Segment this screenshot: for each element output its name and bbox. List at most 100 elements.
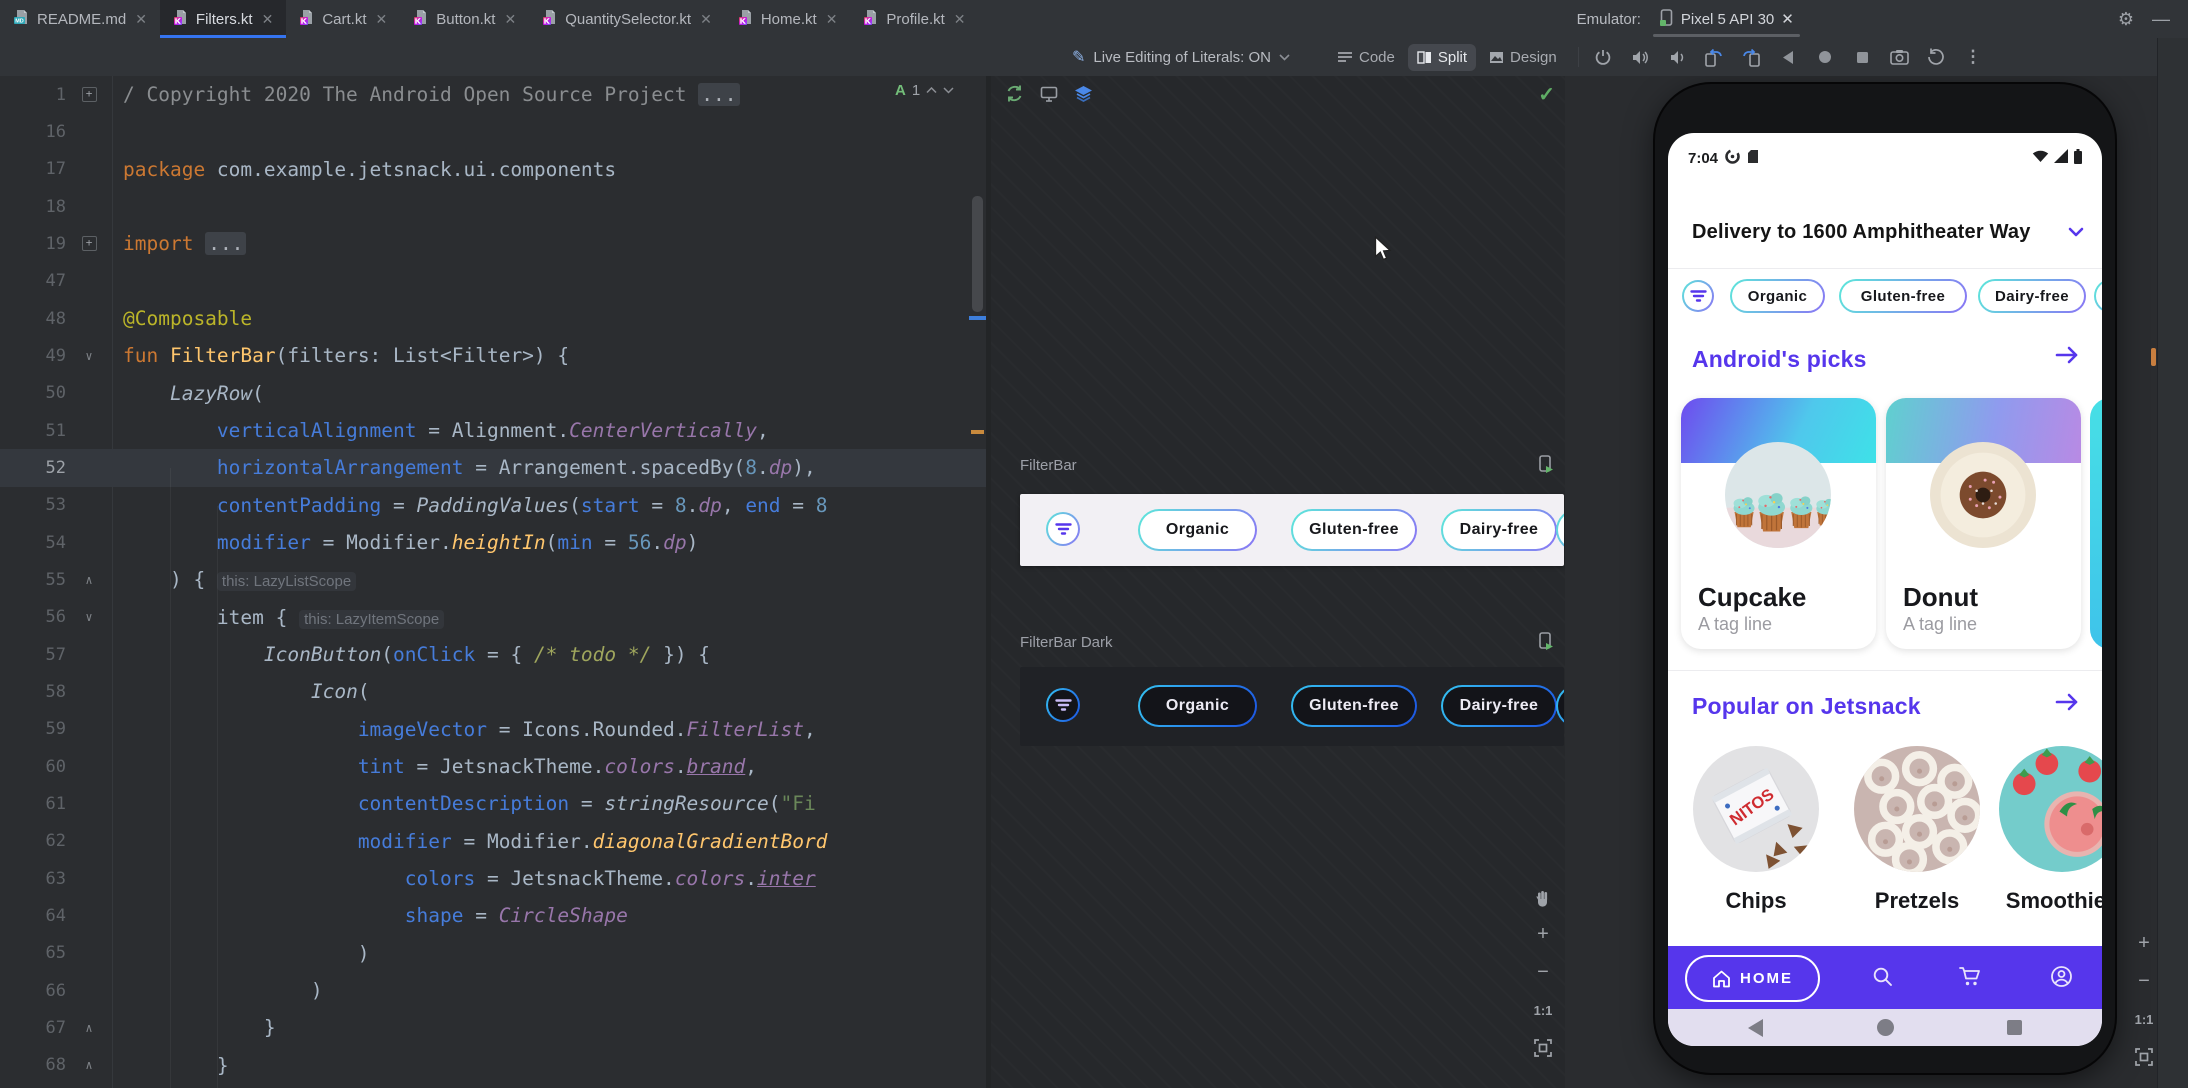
line-number[interactable]: 61 <box>0 794 66 814</box>
line-number[interactable]: 57 <box>0 645 66 665</box>
close-icon[interactable]: ✕ <box>135 11 147 28</box>
emulator-device-tab[interactable]: Pixel 5 API 30 ✕ <box>1651 0 1802 38</box>
line-number[interactable]: 50 <box>0 383 66 403</box>
line-number[interactable]: 51 <box>0 421 66 441</box>
tab-design-view[interactable]: Design <box>1480 44 1566 71</box>
fold-marker[interactable]: ∧ <box>66 1058 112 1072</box>
code-line-60[interactable]: 60 tint = JetsnackTheme.colors.brand, <box>0 748 986 785</box>
nav-profile-button[interactable] <box>2040 955 2083 998</box>
power-icon[interactable] <box>1592 46 1614 68</box>
zoom-in-button[interactable]: + <box>2132 931 2156 955</box>
inspections-widget[interactable]: A 1 <box>895 82 954 99</box>
filter-chip-organic[interactable]: Organic <box>1138 685 1257 727</box>
build-refresh-icon[interactable] <box>1005 84 1024 108</box>
line-number[interactable]: 62 <box>0 831 66 851</box>
pan-hand-icon[interactable] <box>1531 884 1555 908</box>
code-line-67[interactable]: 67 ∧ } <box>0 1009 986 1046</box>
code-line-16[interactable]: 16 <box>0 113 986 150</box>
filter-chip-organic[interactable]: Organic <box>1138 509 1257 551</box>
overview-square-icon[interactable] <box>2007 1020 2022 1035</box>
zoom-out-button[interactable]: − <box>2132 969 2156 993</box>
nav-home-button[interactable]: HOME <box>1685 955 1820 1002</box>
filter-chip-partial[interactable] <box>1556 509 1564 551</box>
back-icon[interactable] <box>1748 1018 1763 1037</box>
run-on-device-icon[interactable] <box>1538 632 1554 656</box>
code-line-18[interactable]: 18 <box>0 188 986 225</box>
file-tab-readme-md[interactable]: MD README.md ✕ <box>0 0 160 38</box>
file-tab-quantityselector-kt[interactable]: QuantitySelector.kt ✕ <box>529 0 725 38</box>
code-line-49[interactable]: 49 ∨ fun FilterBar(filters: List<Filter>) … <box>0 337 986 374</box>
line-number[interactable]: 56 <box>0 607 66 627</box>
nav-search-button[interactable] <box>1861 955 1904 998</box>
filter-chip-gluten-free[interactable]: Gluten-free <box>1291 509 1417 551</box>
line-number[interactable]: 64 <box>0 906 66 926</box>
line-number[interactable]: 58 <box>0 682 66 702</box>
arrow-right-icon[interactable] <box>2054 346 2080 369</box>
nav-back-icon[interactable] <box>1777 46 1799 68</box>
fold-marker[interactable]: ∨ <box>66 610 112 624</box>
close-icon[interactable]: ✕ <box>504 11 516 28</box>
code-line-55[interactable]: 55 ∧ ) { this: LazyListScope <box>0 561 986 598</box>
zoom-actual-button[interactable]: 1:1 <box>2132 1007 2156 1031</box>
code-line-52[interactable]: 52 horizontalArrangement = Arrangement.s… <box>0 449 986 487</box>
line-number[interactable]: 67 <box>0 1018 66 1038</box>
file-tab-filters-kt[interactable]: Filters.kt ✕ <box>159 0 287 38</box>
code-line-51[interactable]: 51 verticalAlignment = Alignment.CenterV… <box>0 412 986 449</box>
chevron-down-icon[interactable] <box>943 87 954 94</box>
code-line-56[interactable]: 56 ∨ item { this: LazyItemScope <box>0 599 986 636</box>
filter-chip-gluten-free[interactable]: Gluten-free <box>1291 685 1417 727</box>
close-icon[interactable]: ✕ <box>700 11 712 28</box>
filter-chip-partial[interactable] <box>1556 685 1564 727</box>
line-number[interactable]: 66 <box>0 981 66 1001</box>
snack-item-pretzels[interactable] <box>1854 746 1980 872</box>
line-number[interactable]: 65 <box>0 943 66 963</box>
code-line-63[interactable]: 63 colors = JetsnackTheme.colors.inter <box>0 860 986 897</box>
code-line-1[interactable]: 1 + / Copyright 2020 The Android Open Sour… <box>0 76 986 113</box>
nav-cart-button[interactable] <box>1948 955 1991 998</box>
fold-marker[interactable]: ∧ <box>66 1021 112 1035</box>
line-number[interactable]: 63 <box>0 869 66 889</box>
code-line-57[interactable]: 57 IconButton(onClick = { /* todo */ }) … <box>0 636 986 673</box>
snack-card-partial[interactable] <box>2090 398 2102 649</box>
line-number[interactable]: 16 <box>0 122 66 142</box>
zoom-fit-button[interactable] <box>1531 1036 1555 1060</box>
line-number[interactable]: 68 <box>0 1055 66 1075</box>
filter-chip-dairy-free[interactable]: Dairy-free <box>1978 279 2086 313</box>
run-on-device-icon[interactable] <box>1538 455 1554 479</box>
code-line-53[interactable]: 53 contentPadding = PaddingValues(start … <box>0 487 986 524</box>
hide-panel-icon[interactable]: — <box>2148 10 2174 28</box>
file-tab-home-kt[interactable]: Home.kt ✕ <box>725 0 851 38</box>
line-number[interactable]: 59 <box>0 719 66 739</box>
code-line-64[interactable]: 64 shape = CircleShape <box>0 897 986 934</box>
snack-card-donut[interactable]: Donut A tag line <box>1886 398 2081 649</box>
home-circle-icon[interactable] <box>1876 1019 1894 1036</box>
close-icon[interactable]: ✕ <box>1781 10 1794 28</box>
file-tab-button-kt[interactable]: Button.kt ✕ <box>400 0 529 38</box>
code-line-65[interactable]: 65 ) <box>0 935 986 972</box>
layers-icon[interactable] <box>1074 85 1093 107</box>
more-options-icon[interactable]: ⋮ <box>1962 46 1984 68</box>
snack-item-chips[interactable]: NITOS <box>1693 746 1819 872</box>
code-line-48[interactable]: 48 @Composable <box>0 300 986 337</box>
chevron-up-icon[interactable] <box>926 87 937 94</box>
zoom-actual-button[interactable]: 1:1 <box>1531 998 1555 1022</box>
code-line-54[interactable]: 54 modifier = Modifier.heightIn(min = 56… <box>0 524 986 561</box>
file-tab-profile-kt[interactable]: Profile.kt ✕ <box>850 0 978 38</box>
filter-chip-partial[interactable] <box>2094 279 2102 313</box>
code-line-50[interactable]: 50 LazyRow( <box>0 375 986 412</box>
code-line-62[interactable]: 62 modifier = Modifier.diagonalGradientB… <box>0 823 986 860</box>
line-number[interactable]: 48 <box>0 309 66 329</box>
line-number[interactable]: 55 <box>0 570 66 590</box>
filter-icon[interactable] <box>1046 512 1080 546</box>
code-line-61[interactable]: 61 contentDescription = stringResource("… <box>0 785 986 822</box>
code-line-66[interactable]: 66 ) <box>0 972 986 1009</box>
line-number[interactable]: 17 <box>0 159 66 179</box>
code-line-68[interactable]: 68 ∧ } <box>0 1047 986 1084</box>
code-line-59[interactable]: 59 imageVector = Icons.Rounded.FilterLis… <box>0 711 986 748</box>
volume-up-icon[interactable] <box>1629 46 1651 68</box>
nav-home-icon[interactable] <box>1814 46 1836 68</box>
fold-marker[interactable]: ∨ <box>66 349 112 363</box>
settings-gear-icon[interactable]: ⚙ <box>2114 10 2138 28</box>
live-edit-toggle[interactable]: ✎ Live Editing of Literals: ON <box>1072 38 1290 76</box>
close-icon[interactable]: ✕ <box>262 11 274 28</box>
